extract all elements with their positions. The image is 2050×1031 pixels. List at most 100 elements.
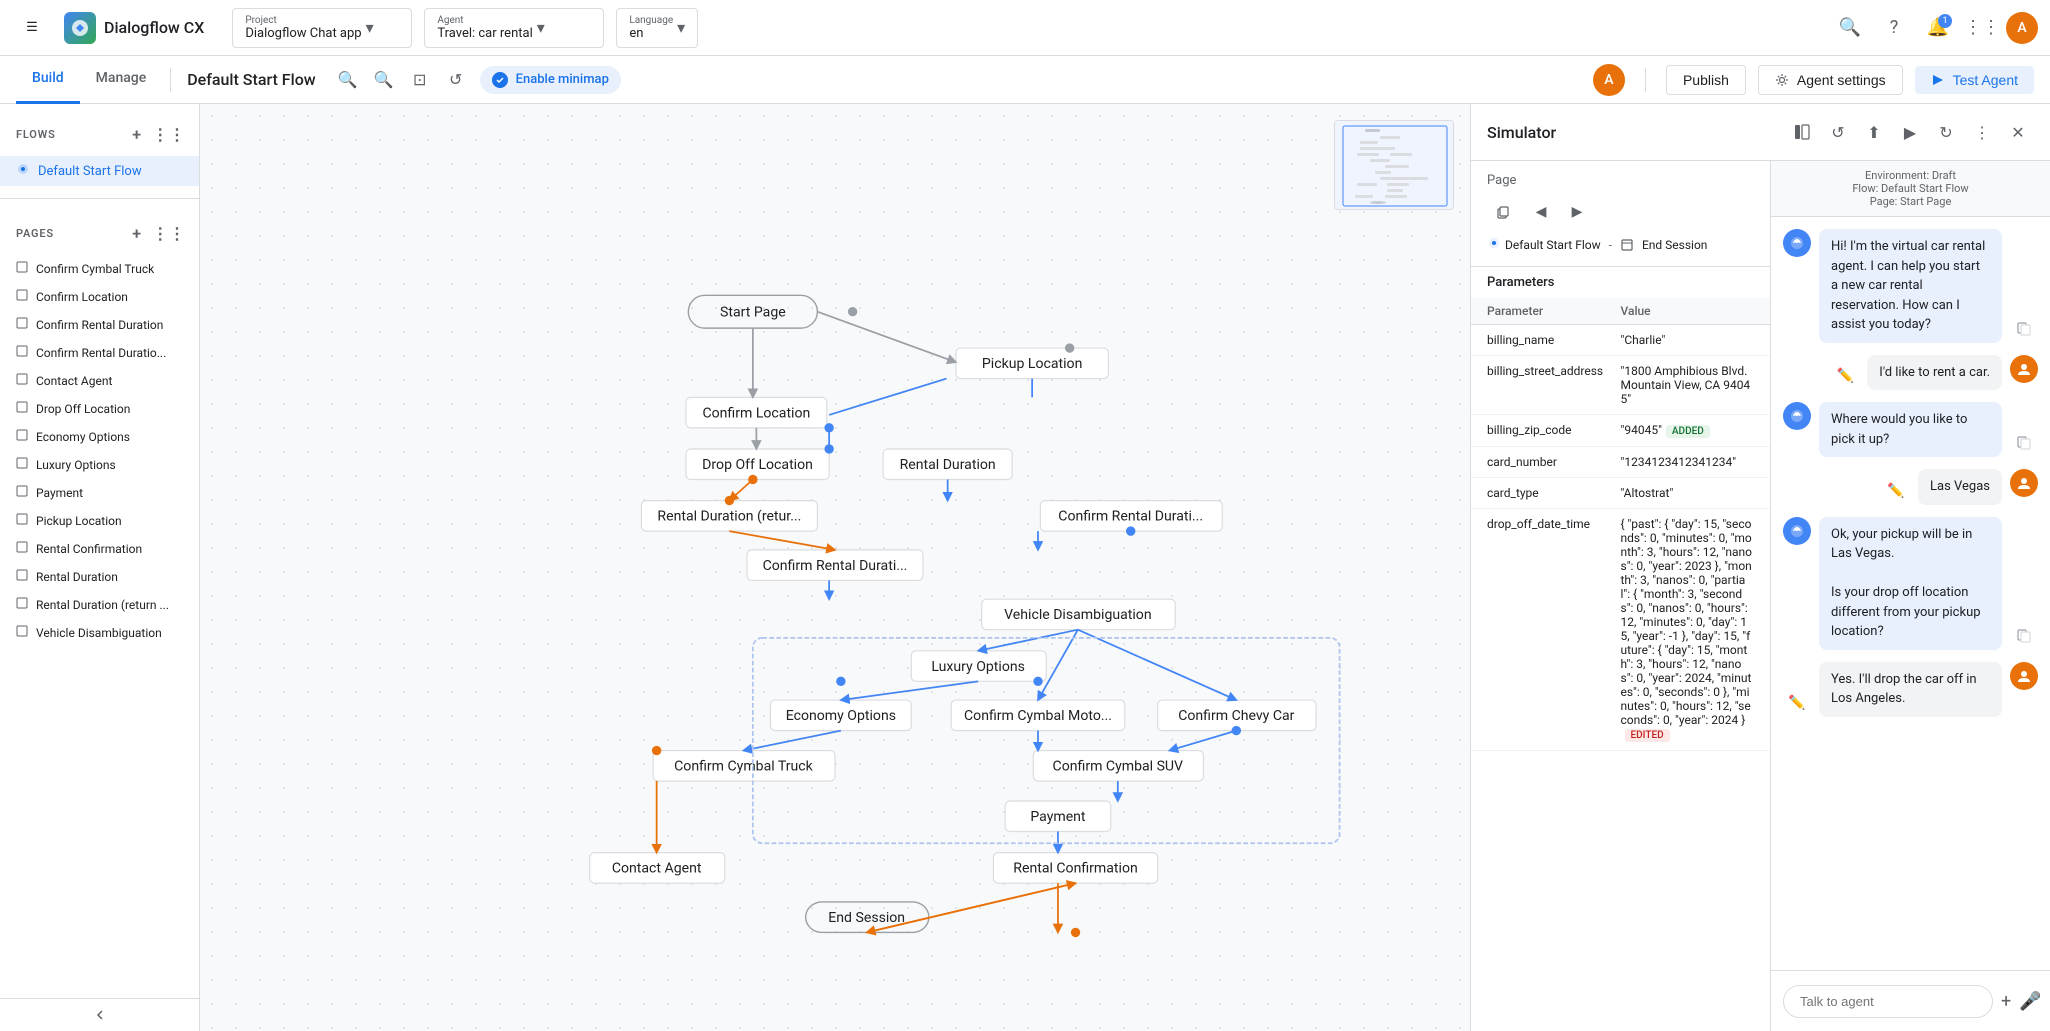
chat-message-5: Yes. I'll drop the car off in Los Angele…: [1783, 662, 2038, 717]
pages-header: PAGES + ⋮⋮: [0, 211, 199, 255]
user-avatar-5: [2010, 662, 2038, 690]
test-agent-button[interactable]: Test Agent: [1915, 66, 2034, 94]
chat-edit-icon-3[interactable]: ✏️: [1882, 477, 1910, 505]
page-list-icon[interactable]: ⋮⋮: [155, 219, 183, 247]
param-value-2: "94045"ADDED: [1621, 423, 1755, 438]
sidebar-item-page-2[interactable]: Confirm Rental Duration: [0, 311, 199, 339]
page-icon: [16, 261, 28, 277]
apps-icon[interactable]: ⋮⋮: [1962, 8, 2002, 48]
sim-columns-icon[interactable]: [1786, 116, 1818, 148]
page-label: Rental Confirmation: [36, 542, 142, 556]
user-avatar[interactable]: A: [2006, 12, 2038, 44]
minimap-toggle[interactable]: Enable minimap: [480, 66, 621, 94]
agent-dropdown-arrow: ▾: [537, 18, 545, 37]
svg-text:Rental Duration (retur...: Rental Duration (retur...: [657, 509, 801, 525]
publish-button[interactable]: Publish: [1666, 65, 1746, 95]
project-dropdown[interactable]: Project Dialogflow Chat app ▾: [232, 8, 412, 48]
sim-play-icon[interactable]: ▶: [1894, 116, 1926, 148]
menu-icon[interactable]: ☰: [12, 8, 52, 48]
page-label: Rental Duration (return ...: [36, 598, 169, 612]
language-dropdown[interactable]: Language en ▾: [616, 8, 698, 48]
page-icon: [16, 569, 28, 585]
flow-title: Default Start Flow: [187, 70, 315, 89]
sidebar-item-page-5[interactable]: Drop Off Location: [0, 395, 199, 423]
flows-actions: + ⋮⋮: [123, 120, 183, 148]
sidebar-item-page-8[interactable]: Payment: [0, 479, 199, 507]
chat-message-0: Hi! I'm the virtual car rental agent. I …: [1783, 229, 2038, 343]
flow-list-icon[interactable]: ⋮⋮: [155, 120, 183, 148]
agent-value: Travel: car rental: [437, 26, 532, 41]
agent-label: Agent: [437, 15, 532, 26]
sidebar-item-page-9[interactable]: Pickup Location: [0, 507, 199, 535]
project-label: Project: [245, 15, 361, 26]
sidebar-item-page-3[interactable]: Confirm Rental Duratio...: [0, 339, 199, 367]
fit-icon[interactable]: ⊡: [404, 64, 436, 96]
svg-text:Luxury Options: Luxury Options: [931, 659, 1025, 675]
chat-bubble-3: Las Vegas: [1918, 469, 2002, 505]
params-next-icon[interactable]: ▶: [1563, 198, 1591, 226]
mic-icon[interactable]: 🎤: [2019, 983, 2041, 1019]
help-icon[interactable]: ?: [1874, 8, 1914, 48]
minimap-toggle-dot: [492, 72, 508, 88]
notification-icon[interactable]: 🔔 1: [1918, 8, 1958, 48]
sidebar-item-page-0[interactable]: Confirm Cymbal Truck: [0, 255, 199, 283]
sim-more-icon[interactable]: ⋮: [1966, 116, 1998, 148]
sidebar-item-page-1[interactable]: Confirm Location: [0, 283, 199, 311]
search-icon[interactable]: 🔍: [1830, 8, 1870, 48]
project-value: Dialogflow Chat app: [245, 26, 361, 41]
search-flow-icon[interactable]: 🔍: [332, 64, 364, 96]
chat-action-icon-4[interactable]: [2010, 622, 2038, 650]
subheader: Build Manage Default Start Flow 🔍 🔍 ⊡ ↺ …: [0, 56, 2050, 104]
params-badge-5: EDITED: [1625, 729, 1670, 742]
agent-settings-button[interactable]: Agent settings: [1758, 65, 1903, 95]
chat-action-icon-2[interactable]: [2010, 429, 2038, 457]
sidebar-item-default-flow[interactable]: Default Start Flow: [0, 156, 199, 186]
sidebar-item-page-4[interactable]: Contact Agent: [0, 367, 199, 395]
add-page-button[interactable]: +: [123, 219, 151, 247]
sim-undo-icon[interactable]: ↺: [1822, 116, 1854, 148]
chat-bubble-5: Yes. I'll drop the car off in Los Angele…: [1819, 662, 2002, 717]
sim-refresh-icon[interactable]: ↻: [1930, 116, 1962, 148]
sidebar-item-page-6[interactable]: Economy Options: [0, 423, 199, 451]
params-prev-icon[interactable]: ◀: [1527, 198, 1555, 226]
header-avatar[interactable]: A: [1593, 64, 1625, 96]
topbar: ☰ Dialogflow CX Project Dialogflow Chat …: [0, 0, 2050, 56]
agent-settings-label: Agent settings: [1797, 72, 1886, 88]
sidebar-item-page-11[interactable]: Rental Duration: [0, 563, 199, 591]
sim-export-icon[interactable]: ⬆: [1858, 116, 1890, 148]
sidebar-item-page-12[interactable]: Rental Duration (return ...: [0, 591, 199, 619]
chat-edit-icon-5[interactable]: ✏️: [1783, 689, 1811, 717]
page-label: Confirm Cymbal Truck: [36, 262, 154, 276]
minimap-label: Enable minimap: [516, 72, 609, 87]
undo-icon[interactable]: ↺: [440, 64, 472, 96]
sim-close-icon[interactable]: ✕: [2002, 116, 2034, 148]
sidebar-collapse-button[interactable]: [0, 998, 199, 1031]
pages-section: PAGES + ⋮⋮ Confirm Cymbal Truck Confirm …: [0, 203, 199, 655]
param-name-5: drop_off_date_time: [1487, 517, 1621, 531]
chat-action-icon-0[interactable]: [2010, 315, 2038, 343]
page-icon: [16, 373, 28, 389]
tab-manage[interactable]: Manage: [80, 56, 163, 104]
chat-edit-icon-1[interactable]: ✏️: [1831, 362, 1859, 390]
canvas-area[interactable]: Start Page Pickup Location Confirm Locat…: [200, 104, 1470, 1031]
sidebar-item-page-7[interactable]: Luxury Options: [0, 451, 199, 479]
flow-chip-sep: -: [1609, 238, 1612, 252]
chat-bubble-2: Where would you like to pick it up?: [1819, 402, 2002, 457]
param-name-2: billing_zip_code: [1487, 423, 1621, 437]
svg-text:Confirm Location: Confirm Location: [702, 405, 810, 421]
params-row-1: billing_street_address "1800 Amphibious …: [1471, 356, 1770, 415]
tab-build[interactable]: Build: [16, 56, 80, 104]
sidebar-item-page-13[interactable]: Vehicle Disambiguation: [0, 619, 199, 647]
params-copy-icon[interactable]: [1487, 196, 1519, 228]
attach-icon[interactable]: +: [2001, 983, 2011, 1019]
default-flow-label: Default Start Flow: [38, 164, 142, 179]
agent-dropdown[interactable]: Agent Travel: car rental ▾: [424, 8, 604, 48]
params-page-label: Page: [1487, 173, 1754, 188]
zoom-in-icon[interactable]: 🔍: [368, 64, 400, 96]
add-flow-button[interactable]: +: [123, 120, 151, 148]
session-icon: [1620, 238, 1634, 252]
sidebar: FLOWS + ⋮⋮ Default Start Flow PAGES + ⋮⋮: [0, 104, 200, 1031]
sidebar-item-page-10[interactable]: Rental Confirmation: [0, 535, 199, 563]
chat-input[interactable]: [1783, 985, 1993, 1018]
svg-text:Pickup Location: Pickup Location: [982, 356, 1082, 372]
